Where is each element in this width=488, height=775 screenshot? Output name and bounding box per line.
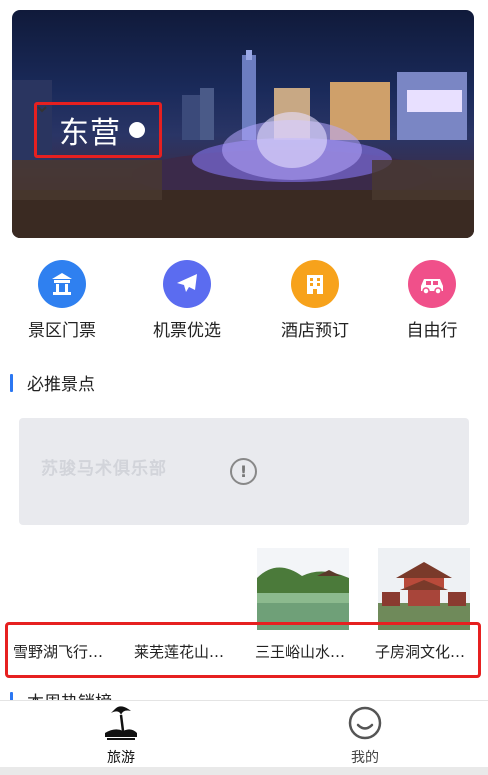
category-label: 酒店预订 [281,321,349,341]
category-hotels[interactable]: 酒店预订 [265,260,365,341]
hotel-icon [291,260,339,308]
pavilion-image [378,548,470,630]
category-scenic-tickets[interactable]: 景区门票 [12,260,112,341]
ad-faded-text: 苏骏马术俱乐部 [41,459,167,479]
hero-banner[interactable]: 东营 [12,10,474,238]
category-free-travel[interactable]: 自由行 [382,260,482,341]
airplane-icon [163,260,211,308]
system-bottom-strip [0,767,488,775]
tab-mine[interactable]: 我的 [320,705,410,767]
category-flights[interactable]: 机票优选 [137,260,237,341]
spot-name-zifangdong[interactable]: 子房洞文化… [375,641,487,662]
spot-name-lianhuashan[interactable]: 莱芜莲花山… [134,641,246,662]
section-accent-bar [10,373,13,392]
city-name: 东营 [59,116,121,151]
tab-travel[interactable]: 旅游 [76,705,166,767]
section-must-see-title: 必推景点 [10,370,95,395]
tab-label: 旅游 [107,750,135,766]
spot-name-sanwangyu[interactable]: 三王峪山水… [255,641,367,662]
section-title-text: 必推景点 [27,375,95,395]
beach-icon [105,706,137,740]
car-icon [408,260,456,308]
category-label: 机票优选 [153,321,221,341]
spot-names-highlight: 雪野湖飞行… 莱芜莲花山… 三王峪山水… 子房洞文化… [5,622,481,678]
spot-name-xueyehu[interactable]: 雪野湖飞行… [13,641,125,662]
alert-icon: ! [230,458,257,485]
city-selector[interactable]: 东营 [34,102,162,158]
temple-icon [38,260,86,308]
smiley-icon [348,706,382,740]
lake-landscape-image [257,548,349,630]
spot-thumbnail-sanwangyu[interactable] [257,548,349,630]
ad-banner-placeholder[interactable]: 苏骏马术俱乐部 ! [19,418,469,525]
spot-thumbnail-zifangdong[interactable] [378,548,470,630]
chevron-down-icon [37,106,145,138]
bottom-tab-bar: 旅游 我的 [0,700,488,767]
category-label: 景区门票 [28,321,96,341]
category-label: 自由行 [406,321,458,341]
tab-label: 我的 [351,750,379,766]
